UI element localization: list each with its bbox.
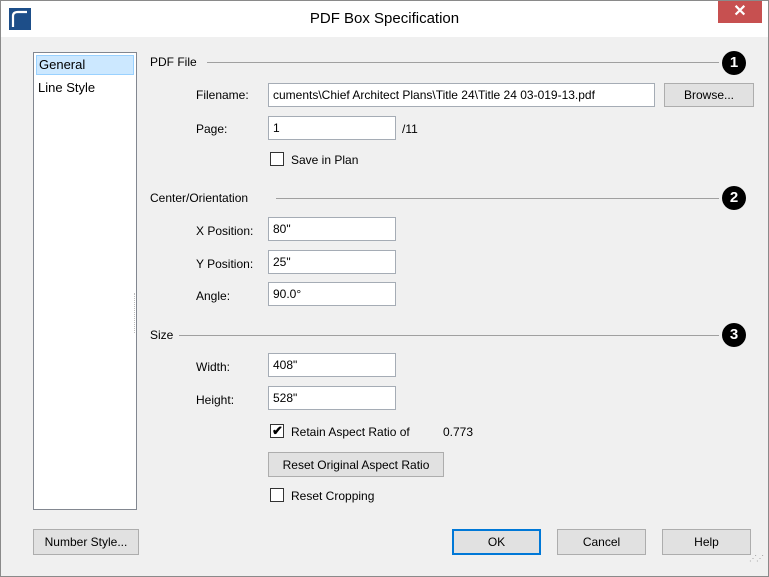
section-label-pdf-file: PDF File bbox=[150, 55, 197, 69]
panel-list: General Line Style bbox=[33, 52, 137, 510]
width-field[interactable]: 408" bbox=[268, 353, 396, 377]
close-button[interactable]: ✕ bbox=[718, 1, 762, 23]
dialog-window: PDF Box Specification ✕ General Line Sty… bbox=[0, 0, 769, 577]
filename-label: Filename: bbox=[196, 88, 249, 102]
x-position-field[interactable]: 80" bbox=[268, 217, 396, 241]
section-divider bbox=[207, 62, 719, 63]
retain-aspect-ratio-label: Retain Aspect Ratio of bbox=[291, 425, 410, 439]
page-field[interactable]: 1 bbox=[268, 116, 396, 140]
retain-aspect-ratio-checkbox[interactable]: ✔ bbox=[270, 423, 284, 438]
width-label: Width: bbox=[196, 360, 231, 374]
reset-cropping-checkbox[interactable] bbox=[270, 488, 284, 502]
close-icon: ✕ bbox=[733, 3, 747, 20]
page-total-label: /11 bbox=[402, 122, 418, 136]
height-label: Height: bbox=[196, 393, 235, 407]
browse-button[interactable]: Browse... bbox=[664, 83, 754, 107]
filename-field[interactable]: cuments\Chief Architect Plans\Title 24\T… bbox=[268, 83, 655, 107]
help-button[interactable]: Help bbox=[662, 529, 751, 555]
height-field[interactable]: 528" bbox=[268, 386, 396, 410]
page-label: Page: bbox=[196, 122, 228, 136]
aspect-ratio-value: 0.773 bbox=[443, 425, 474, 439]
save-in-plan-checkbox[interactable] bbox=[270, 152, 284, 166]
splitter-handle[interactable] bbox=[134, 293, 136, 333]
reset-aspect-ratio-button[interactable]: Reset Original Aspect Ratio bbox=[268, 452, 444, 477]
section-label-size: Size bbox=[150, 328, 174, 342]
cancel-button[interactable]: Cancel bbox=[557, 529, 646, 555]
window-title: PDF Box Specification bbox=[309, 10, 460, 27]
resize-grip-icon[interactable]: ⋰⋰ bbox=[749, 555, 764, 569]
title-bar: PDF Box Specification ✕ bbox=[1, 1, 768, 37]
x-position-label: X Position: bbox=[196, 224, 254, 238]
checkmark-icon: ✔ bbox=[272, 423, 283, 438]
y-position-field[interactable]: 25" bbox=[268, 250, 396, 274]
section-divider bbox=[179, 335, 719, 336]
ok-button[interactable]: OK bbox=[452, 529, 541, 555]
callout-badge-1: 1 bbox=[722, 51, 746, 75]
reset-cropping-label: Reset Cropping bbox=[291, 489, 375, 503]
number-style-button[interactable]: Number Style... bbox=[33, 529, 139, 555]
section-label-center-orientation: Center/Orientation bbox=[150, 191, 249, 205]
callout-badge-3: 3 bbox=[722, 323, 746, 347]
angle-field[interactable]: 90.0° bbox=[268, 282, 396, 306]
callout-badge-2: 2 bbox=[722, 186, 746, 210]
dialog-client: General Line Style PDF File 1 Filename: … bbox=[9, 38, 761, 570]
nav-item-general[interactable]: General bbox=[36, 55, 134, 75]
nav-item-line-style[interactable]: Line Style bbox=[34, 77, 136, 97]
section-divider bbox=[276, 198, 719, 199]
save-in-plan-label: Save in Plan bbox=[291, 153, 359, 167]
y-position-label: Y Position: bbox=[196, 257, 254, 271]
angle-label: Angle: bbox=[196, 289, 231, 303]
